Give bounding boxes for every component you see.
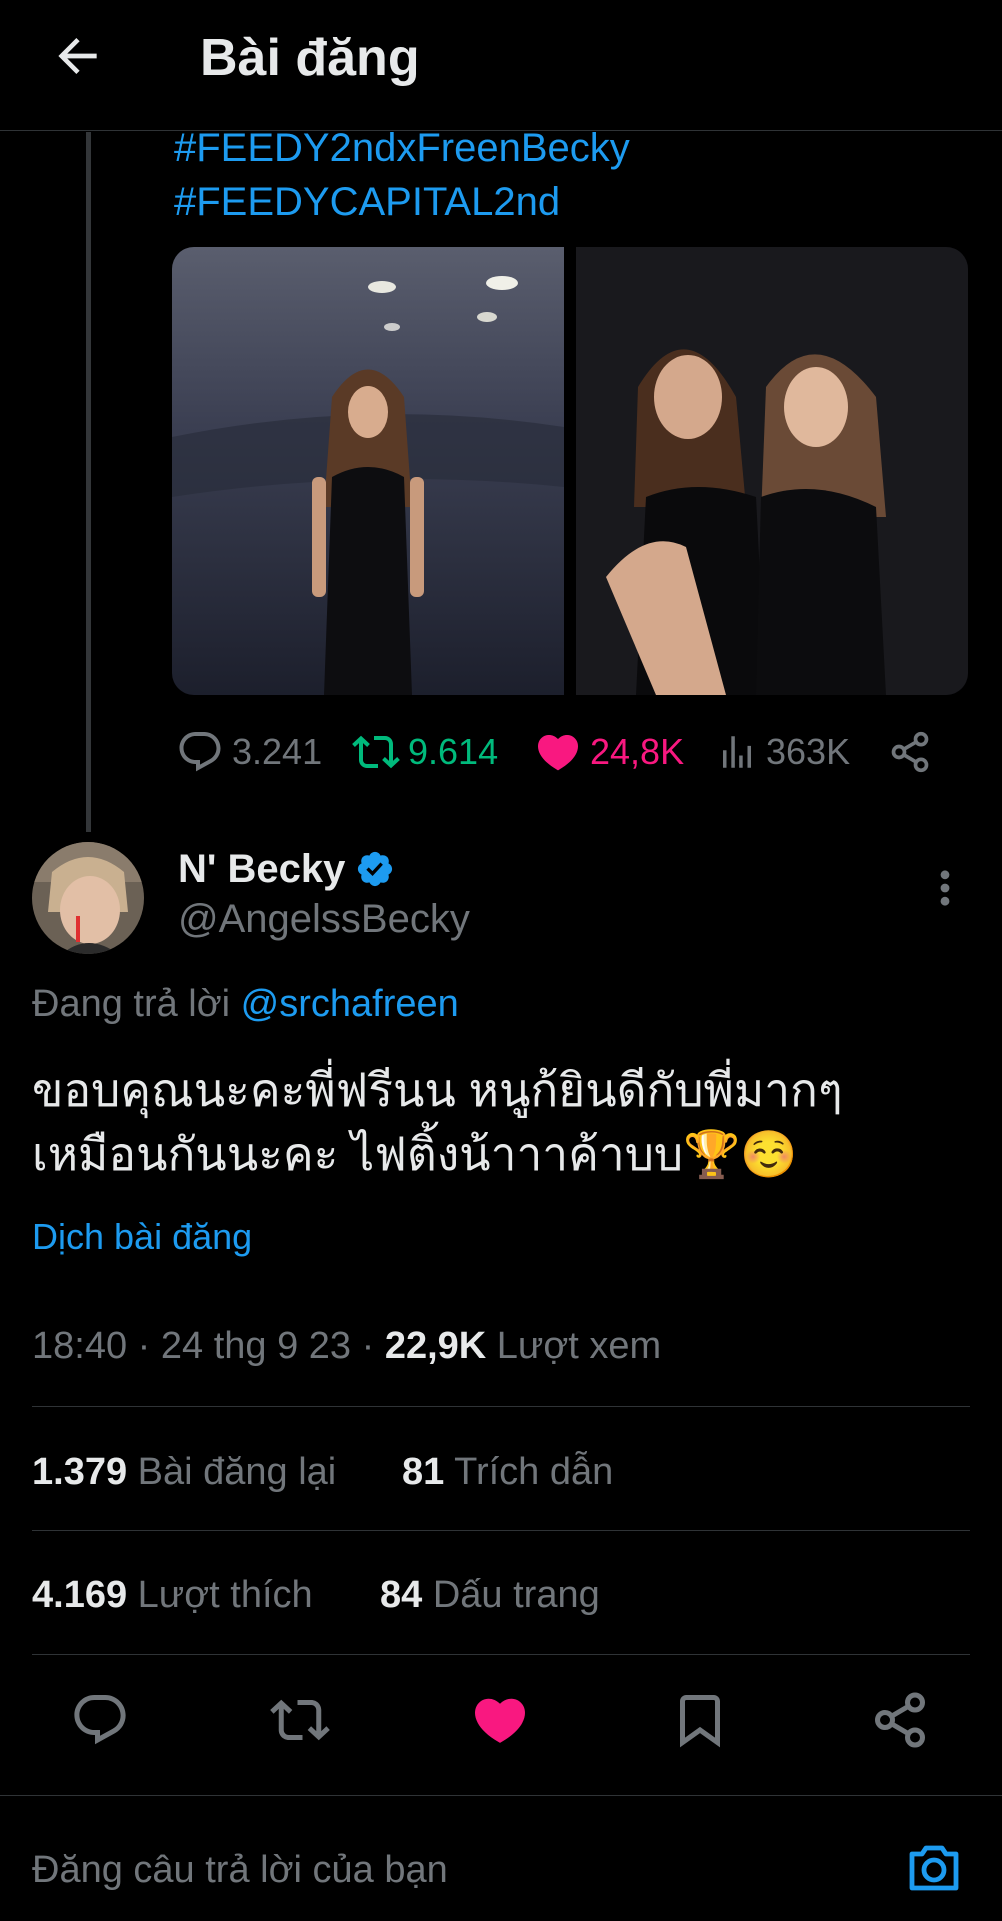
- quotes-stat[interactable]: 81 Trích dẫn: [402, 1448, 613, 1496]
- post-date[interactable]: 24 thg 9 23: [161, 1325, 351, 1367]
- replying-to-link[interactable]: @srchafreen: [241, 983, 459, 1025]
- replying-to: Đang trả lời @srchafreen: [32, 980, 459, 1028]
- author-name[interactable]: N' Becky: [178, 845, 395, 893]
- reposts-count: 1.379: [32, 1451, 128, 1493]
- repost-action[interactable]: 9.614: [352, 724, 498, 780]
- repost-count: 9.614: [408, 731, 499, 772]
- bookmarks-count: 84: [380, 1574, 423, 1616]
- top-bar: Bài đăng: [0, 0, 1002, 131]
- author-name-text: N' Becky: [178, 847, 346, 891]
- heart-icon: [474, 1698, 526, 1743]
- views-count: 363K: [766, 731, 851, 772]
- post-time[interactable]: 18:40: [32, 1325, 127, 1367]
- quotes-label: Trích dẫn: [454, 1451, 614, 1493]
- like-count: 24,8K: [590, 731, 685, 772]
- divider: [32, 1654, 970, 1655]
- bookmarks-label: Dấu trang: [432, 1574, 600, 1616]
- repost-icon: [270, 1699, 330, 1741]
- post-text-line: ขอบคุณนะคะพี่ฟรีนน หนูก้ยินดีกับพี่มากๆ: [32, 1064, 843, 1116]
- divider: [32, 1406, 970, 1407]
- more-icon[interactable]: [930, 866, 960, 910]
- reply-action[interactable]: 3.241: [176, 724, 322, 780]
- share-icon: [875, 1692, 925, 1748]
- heart-icon: [537, 735, 579, 771]
- like-action[interactable]: 24,8K: [534, 724, 684, 780]
- quotes-count: 81: [402, 1451, 445, 1493]
- repost-button[interactable]: [270, 1690, 330, 1750]
- reply-input[interactable]: Đăng câu trả lời của bạn: [32, 1846, 448, 1894]
- author-handle[interactable]: @AngelssBecky: [178, 895, 470, 943]
- thread-line: [86, 132, 91, 832]
- reply-count: 3.241: [232, 731, 323, 772]
- bookmark-icon: [680, 1695, 720, 1748]
- reply-button[interactable]: [70, 1690, 130, 1750]
- reply-icon: [179, 732, 221, 772]
- share-action[interactable]: [888, 724, 940, 780]
- post-views-label: Lượt xem: [496, 1325, 662, 1367]
- reply-icon: [74, 1695, 126, 1745]
- avatar[interactable]: [32, 842, 144, 954]
- bookmark-button[interactable]: [670, 1690, 730, 1750]
- like-button[interactable]: [470, 1690, 530, 1750]
- share-button[interactable]: [870, 1690, 930, 1750]
- post-views-count: 22,9K: [384, 1325, 487, 1367]
- likes-stat[interactable]: 4.169 Lượt thích: [32, 1571, 313, 1619]
- share-icon: [891, 731, 929, 773]
- reposts-stat[interactable]: 1.379 Bài đăng lại: [32, 1448, 336, 1496]
- hashtag-link[interactable]: #FEEDY2ndxFreenBecky: [174, 124, 630, 172]
- reposts-label: Bài đăng lại: [137, 1451, 337, 1493]
- page-title: Bài đăng: [200, 29, 420, 87]
- post-photo[interactable]: [172, 247, 564, 695]
- likes-count: 4.169: [32, 1574, 128, 1616]
- divider: [32, 1530, 970, 1531]
- replying-prefix: Đang trả lời: [32, 983, 231, 1025]
- bookmarks-stat[interactable]: 84 Dấu trang: [380, 1571, 600, 1619]
- likes-label: Lượt thích: [137, 1574, 313, 1616]
- post-meta: 18:40 · 24 thg 9 23 · 22,9K Lượt xem: [32, 1325, 662, 1367]
- views-icon: [723, 736, 751, 768]
- camera-icon[interactable]: [906, 1842, 962, 1894]
- back-arrow-icon[interactable]: [50, 28, 106, 84]
- hashtag-link[interactable]: #FEEDYCAPITAL2nd: [174, 178, 560, 226]
- verified-icon: [358, 851, 393, 887]
- repost-icon: [352, 735, 400, 769]
- post-text: ขอบคุณนะคะพี่ฟรีนน หนูก้ยินดีกับพี่มากๆ …: [32, 1058, 972, 1186]
- post-photo[interactable]: [576, 247, 968, 695]
- translate-link[interactable]: Dịch bài đăng: [32, 1214, 252, 1260]
- post-text-line: เหมือนกันนะคะ ไฟติ้งน้าาาค้าบบ🏆☺️: [32, 1128, 798, 1180]
- views-action[interactable]: 363K: [716, 724, 850, 780]
